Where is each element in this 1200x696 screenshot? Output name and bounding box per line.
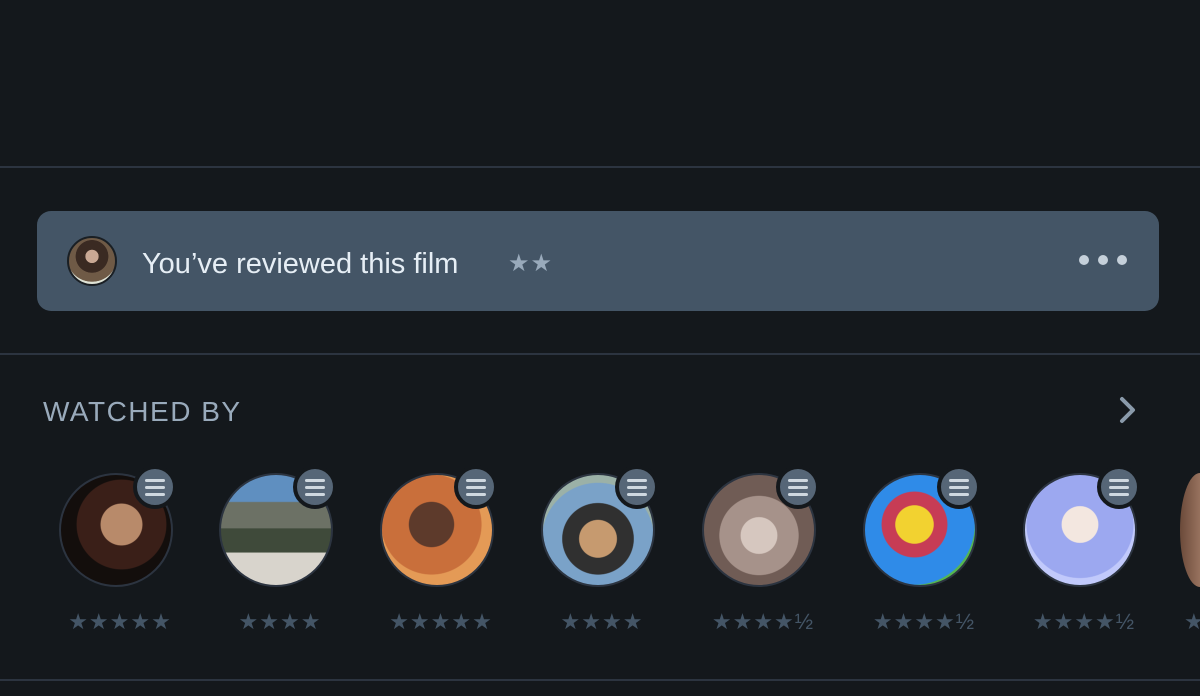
bottom-divider xyxy=(0,679,1200,681)
chevron-right-icon[interactable] xyxy=(1112,393,1142,427)
watcher-rating: ★★★★★ xyxy=(68,609,172,634)
list-icon[interactable] xyxy=(1097,465,1141,509)
list-icon[interactable] xyxy=(776,465,820,509)
watcher-3[interactable]: ★★★★★ xyxy=(366,465,516,645)
watcher-rating: ★★★★½ xyxy=(1032,609,1136,634)
watcher-rating: ★★★★★ xyxy=(389,609,493,634)
review-status-bar[interactable]: You’ve reviewed this film ★★ xyxy=(37,211,1159,311)
top-divider xyxy=(0,166,1200,168)
list-icon[interactable] xyxy=(454,465,498,509)
review-status-text: You’ve reviewed this film xyxy=(142,248,459,280)
watcher-1[interactable]: ★★★★★ xyxy=(45,465,195,645)
partial-rating: ★ xyxy=(1184,609,1200,634)
list-icon[interactable] xyxy=(615,465,659,509)
review-rating-stars: ★★ xyxy=(508,250,554,277)
middle-divider xyxy=(0,353,1200,355)
watched-by-list: ★★★★★ ★★★★ ★★★★★ ★★★★ ★★★★½ ★★★★½ ★★★★½ … xyxy=(0,465,1200,645)
list-icon[interactable] xyxy=(293,465,337,509)
watcher-2[interactable]: ★★★★ xyxy=(205,465,355,645)
watcher-rating: ★★★★½ xyxy=(711,609,815,634)
watcher-rating: ★★★★ xyxy=(560,609,644,634)
watcher-5[interactable]: ★★★★½ xyxy=(688,465,838,645)
partial-avatar[interactable] xyxy=(1180,473,1200,587)
watcher-rating: ★★★★ xyxy=(238,609,322,634)
list-icon[interactable] xyxy=(133,465,177,509)
watcher-7[interactable]: ★★★★½ xyxy=(1009,465,1159,645)
watcher-4[interactable]: ★★★★ xyxy=(527,465,677,645)
more-options-icon[interactable] xyxy=(1079,245,1135,275)
watched-by-label: WATCHED BY xyxy=(43,396,242,427)
watcher-rating: ★★★★½ xyxy=(872,609,976,634)
user-avatar[interactable] xyxy=(67,236,117,286)
list-icon[interactable] xyxy=(937,465,981,509)
watcher-6[interactable]: ★★★★½ xyxy=(849,465,999,645)
